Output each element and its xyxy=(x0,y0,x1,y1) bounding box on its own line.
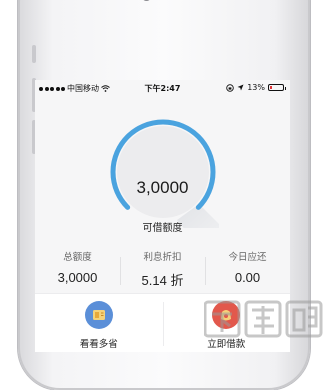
rotation-lock-icon xyxy=(226,83,234,92)
stat-value: 5.14 折 xyxy=(141,273,184,288)
battery-level-fill xyxy=(270,86,272,89)
coupon-icon xyxy=(84,301,113,329)
save-more-label: 看看多省 xyxy=(79,339,118,350)
stat-value: 0.00 xyxy=(234,270,261,285)
stat-label: 今日应还 xyxy=(228,252,267,263)
battery-percent: 13% xyxy=(247,83,265,92)
stat-value: 3,0000 xyxy=(57,270,98,285)
available-credit-label: 可借额度 xyxy=(142,223,183,234)
mute-switch xyxy=(32,45,36,63)
location-arrow-icon xyxy=(237,84,244,91)
credit-gauge xyxy=(110,119,219,228)
status-bar: 中国移动 下午2:47 13% xyxy=(35,80,290,97)
site-watermark xyxy=(204,300,323,338)
stat-label: 利息折扣 xyxy=(143,252,182,263)
save-more-button[interactable]: 看看多省 xyxy=(35,294,163,352)
available-credit-value: 3,0000 xyxy=(136,178,189,197)
status-right: 13% xyxy=(226,83,286,92)
front-camera xyxy=(142,0,151,1)
stat-label: 总额度 xyxy=(63,252,92,263)
gauge-inner-disc xyxy=(117,126,209,218)
battery-icon xyxy=(268,84,286,91)
